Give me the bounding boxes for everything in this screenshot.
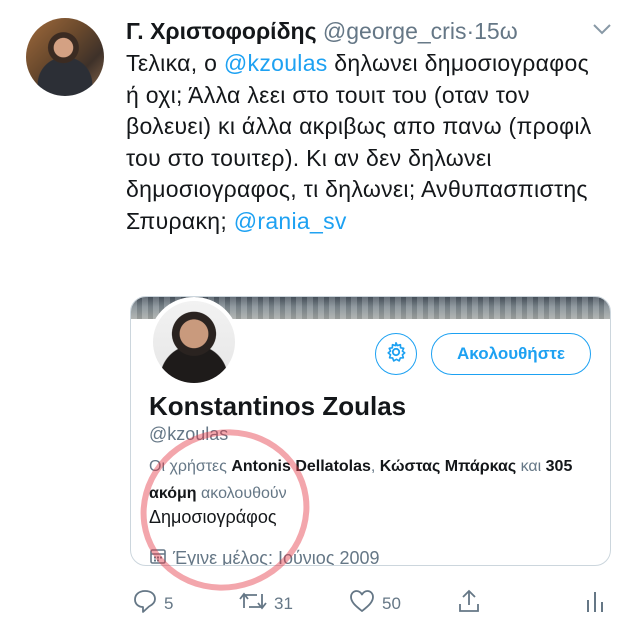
tweet-actions: 5 31 50 bbox=[126, 588, 616, 618]
author-avatar[interactable] bbox=[26, 18, 104, 96]
tweet-time[interactable]: 15ω bbox=[474, 18, 518, 44]
retweet-button[interactable]: 31 bbox=[238, 588, 293, 619]
reply-button[interactable]: 5 bbox=[132, 588, 173, 619]
author-handle[interactable]: @george_cris bbox=[323, 18, 467, 44]
analytics-icon bbox=[584, 588, 606, 619]
follow-button[interactable]: Ακολουθήστε bbox=[431, 333, 591, 375]
followers-and: και bbox=[516, 458, 546, 475]
tweet-text: Τελικα, ο @kzoulas δηλωνει δημοσιογραφος… bbox=[126, 48, 596, 237]
follower-name[interactable]: Antonis Dellatolas bbox=[231, 458, 371, 475]
followers-prefix: Οι χρήστες bbox=[149, 458, 232, 475]
follower-name[interactable]: Κώστας Μπάρκας bbox=[380, 458, 516, 475]
followers-separator: , bbox=[370, 458, 380, 475]
like-count: 50 bbox=[382, 593, 401, 613]
like-icon bbox=[348, 588, 376, 619]
profile-card[interactable]: Ακολουθήστε Konstantinos Zoulas @kzoulas… bbox=[130, 296, 611, 566]
chevron-down-icon[interactable] bbox=[592, 22, 612, 41]
reply-icon bbox=[132, 588, 158, 619]
settings-button[interactable] bbox=[375, 333, 417, 375]
tweet-header: Γ. Χριστοφορίδης @george_cris·15ω bbox=[126, 18, 518, 45]
followers-suffix: ακολουθούν bbox=[196, 485, 287, 502]
profile-name[interactable]: Konstantinos Zoulas bbox=[149, 391, 406, 422]
share-icon bbox=[456, 588, 482, 619]
tweet-text-part: δηλωνει δημοσιογραφος ή οχι; Άλλα λεει σ… bbox=[126, 50, 592, 234]
retweet-count: 31 bbox=[274, 593, 293, 613]
like-button[interactable]: 50 bbox=[348, 588, 401, 619]
mention-link[interactable]: @rania_sv bbox=[234, 208, 347, 234]
followers-known: Οι χρήστες Antonis Dellatolas, Κώστας Μπ… bbox=[149, 453, 594, 507]
tweet-text-part: Τελικα, ο bbox=[126, 50, 224, 76]
joined-date: Έγινε μέλος: Ιούνιος 2009 bbox=[149, 547, 380, 566]
joined-text: Έγινε μέλος: Ιούνιος 2009 bbox=[173, 548, 380, 566]
reply-count: 5 bbox=[164, 593, 174, 613]
gear-icon bbox=[385, 341, 407, 368]
profile-avatar[interactable] bbox=[149, 297, 239, 387]
author-name[interactable]: Γ. Χριστοφορίδης bbox=[126, 18, 317, 44]
calendar-icon bbox=[149, 547, 167, 565]
retweet-icon bbox=[238, 588, 268, 619]
profile-bio: Δημοσιογράφος bbox=[149, 507, 277, 527]
mention-link[interactable]: @kzoulas bbox=[224, 50, 328, 76]
analytics-button[interactable] bbox=[584, 588, 606, 619]
share-button[interactable] bbox=[456, 588, 482, 619]
profile-handle[interactable]: @kzoulas bbox=[149, 424, 228, 445]
separator-dot: · bbox=[466, 18, 475, 44]
